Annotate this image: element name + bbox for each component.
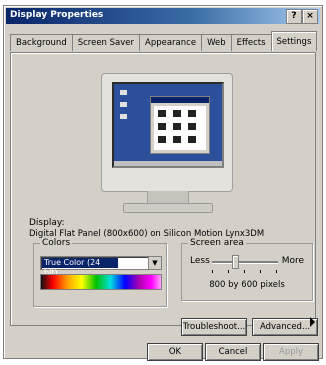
settings-panel: Display: Digital Flat Panel (800x600) on…	[10, 52, 318, 336]
desktop-icon	[120, 90, 127, 95]
display-properties-window: Display Properties ? × Background Screen…	[3, 5, 323, 361]
preview-icon	[158, 110, 166, 117]
cancel-button[interactable]: Cancel	[205, 343, 261, 361]
resolution-text: 800 by 600 pixels	[209, 280, 285, 290]
desktop-icon	[120, 114, 127, 119]
monitor-preview	[101, 73, 233, 192]
ok-button[interactable]: OK	[147, 343, 203, 361]
tab-effects[interactable]: Effects	[230, 34, 272, 51]
title-bar[interactable]: Display Properties ? ×	[6, 8, 320, 24]
tab-strip: Background Screen Saver Appearance Web E…	[10, 31, 318, 52]
resolution-slider-track[interactable]	[212, 261, 278, 264]
preview-window-title	[151, 97, 209, 103]
preview-icon	[158, 136, 166, 143]
tab-settings[interactable]: Settings	[270, 31, 318, 51]
troubleshoot-button[interactable]: Troubleshoot...	[181, 318, 247, 336]
chevron-down-icon[interactable]: ▼	[148, 257, 161, 269]
desktop-icon	[120, 102, 127, 107]
preview-icon	[188, 136, 196, 143]
preview-icon	[188, 123, 196, 130]
tab-appearance[interactable]: Appearance	[139, 34, 203, 51]
preview-taskbar	[114, 161, 222, 166]
color-spectrum-bar	[40, 274, 162, 290]
preview-icon	[173, 123, 181, 130]
screen-area-group: Screen area Less More 800 by 600 pixels	[181, 238, 313, 301]
advanced-button[interactable]: Advanced...	[252, 318, 318, 336]
tab-web[interactable]: Web	[201, 34, 232, 51]
preview-icon	[158, 123, 166, 130]
window-title: Display Properties	[10, 10, 104, 20]
monitor-base	[123, 203, 213, 213]
colors-group: Colors True Color (24 bit) ▼	[33, 238, 167, 307]
more-label: More	[281, 256, 304, 266]
display-label: Display:	[29, 218, 65, 228]
tab-background[interactable]: Background	[10, 34, 73, 51]
monitor-screen	[112, 82, 224, 168]
colors-select-value: True Color (24 bit)	[42, 258, 118, 277]
screen-area-legend: Screen area	[188, 238, 246, 248]
tab-screen-saver[interactable]: Screen Saver	[71, 34, 141, 51]
apply-button[interactable]: Apply	[263, 343, 319, 361]
help-button[interactable]: ?	[286, 9, 302, 24]
preview-window-body	[154, 106, 206, 150]
close-button[interactable]: ×	[302, 9, 318, 24]
colors-select[interactable]: True Color (24 bit) ▼	[40, 256, 162, 277]
less-label: Less	[190, 256, 210, 266]
mouse-cursor-icon	[310, 317, 315, 327]
colors-legend: Colors	[40, 238, 73, 248]
preview-icon	[173, 136, 181, 143]
preview-icon	[188, 110, 196, 117]
resolution-slider-thumb[interactable]	[232, 255, 239, 269]
slider-ticks	[212, 270, 278, 273]
preview-icon	[173, 110, 181, 117]
preview-window	[150, 96, 210, 154]
